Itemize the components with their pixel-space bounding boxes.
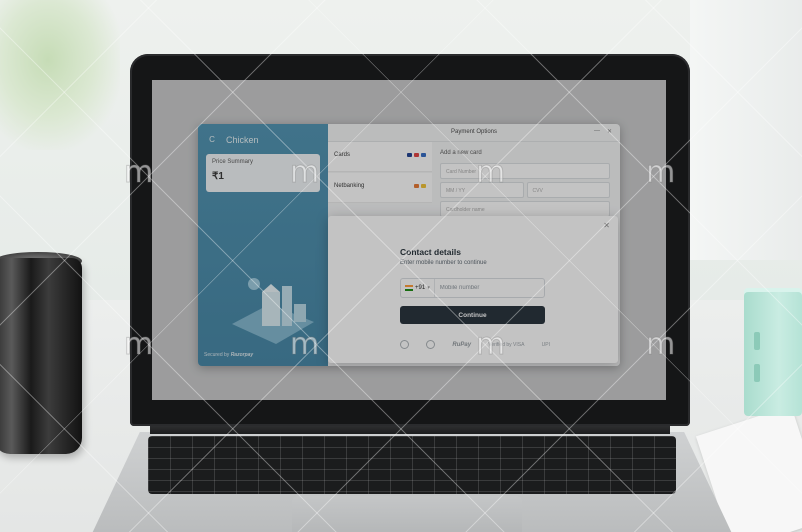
contact-details-modal: ✕ Contact details Enter mobile number to…	[328, 216, 618, 363]
card-form-title: Add a new card	[440, 150, 482, 156]
continue-button[interactable]: Continue	[400, 306, 545, 324]
payment-options-header: Payment Options — ✕	[328, 124, 620, 142]
bank-icon	[421, 184, 426, 188]
cube-hole	[754, 364, 760, 382]
card-number-field[interactable]: Card Number	[440, 163, 610, 179]
secure-badge-icon	[426, 340, 436, 349]
price-summary-label: Price Summary	[212, 159, 254, 165]
background-window	[690, 0, 802, 260]
razorpay-brand: Razorpay	[230, 352, 254, 358]
price-summary-card[interactable]: Price Summary ₹1	[206, 154, 320, 192]
laptop-keyboard	[148, 436, 676, 494]
country-code-selector[interactable]: +91 ▾	[401, 279, 435, 297]
background-plant-blur	[0, 0, 120, 150]
payment-method-netbanking[interactable]: Netbanking	[328, 173, 432, 203]
bank-icons	[414, 184, 426, 188]
rupay-badge: RuPay	[452, 341, 472, 348]
modal-close-icon[interactable]: ✕	[603, 221, 610, 230]
country-code: +91	[415, 285, 426, 291]
secured-by-text: Secured by	[204, 352, 230, 358]
payment-method-cards[interactable]: Cards	[328, 142, 432, 172]
close-icon[interactable]: ✕	[607, 128, 612, 135]
mastercard-icon	[414, 153, 419, 157]
merchant-logo: C	[209, 135, 215, 144]
visa-verified-badge: Verified by VISA	[488, 341, 525, 348]
laptop-screen: C Chicken Price Summary ₹1 Secured by Ra…	[152, 80, 666, 400]
visa-icon	[407, 153, 412, 157]
phone-input-group: +91 ▾	[400, 278, 545, 298]
card-form: Add a new card Card Number MM / YY CVV C…	[440, 150, 610, 220]
cvv-field[interactable]: CVV	[526, 182, 610, 198]
payment-options-title: Payment Options	[450, 129, 498, 135]
minimize-icon[interactable]: —	[594, 128, 600, 134]
chevron-down-icon: ▾	[427, 285, 430, 291]
payment-method-label: Cards	[334, 152, 351, 158]
mobile-number-input[interactable]	[434, 285, 535, 291]
checkout-window: C Chicken Price Summary ₹1 Secured by Ra…	[198, 124, 620, 366]
laptop-trackpad	[292, 496, 522, 532]
card-network-icons	[407, 153, 426, 157]
checkout-illustration	[232, 278, 314, 344]
bank-icon	[414, 184, 419, 188]
cube-hole	[754, 332, 760, 350]
merchant-header: C Chicken	[206, 134, 259, 146]
coffee-mug	[0, 258, 82, 454]
amex-icon	[421, 153, 426, 157]
payment-method-label: Netbanking	[334, 183, 365, 189]
price-value: ₹1	[212, 171, 224, 182]
expiry-cvv-row: MM / YY CVV	[440, 182, 610, 201]
india-flag-icon	[405, 285, 413, 291]
pci-badge-icon	[400, 340, 409, 349]
upi-badge: UPI	[541, 341, 550, 348]
decorative-cube	[744, 292, 802, 416]
secured-by-label: Secured by Razorpay	[204, 352, 253, 358]
modal-subtitle: Enter mobile number to continue	[400, 260, 487, 266]
trust-badges: RuPay Verified by VISA UPI	[400, 340, 550, 349]
merchant-pane: C Chicken Price Summary ₹1 Secured by Ra…	[198, 124, 328, 366]
expiry-field[interactable]: MM / YY	[440, 182, 524, 198]
merchant-name: Chicken	[226, 135, 259, 145]
cardholder-name-field[interactable]: Cardholder name	[440, 201, 610, 217]
modal-title: Contact details	[400, 247, 461, 257]
